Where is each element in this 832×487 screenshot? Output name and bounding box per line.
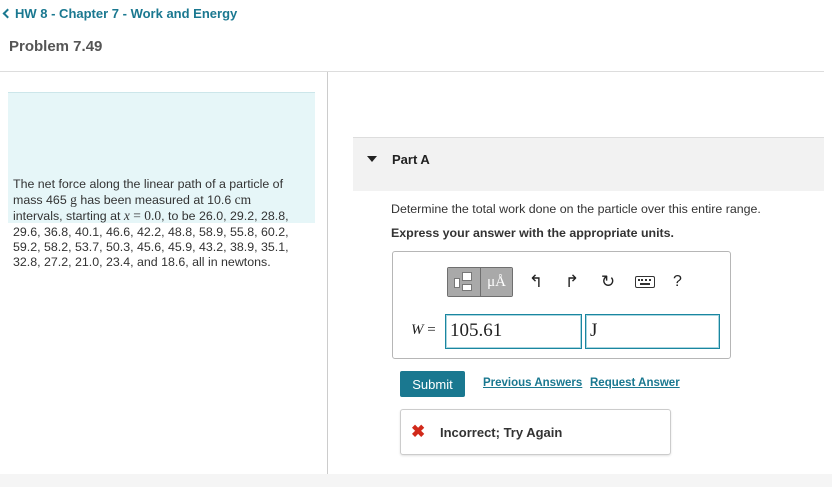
answer-variable-label: W = xyxy=(411,322,436,339)
breadcrumb-back-link[interactable]: HW 8 - Chapter 7 - Work and Energy xyxy=(2,6,238,21)
question-text: Determine the total work done on the par… xyxy=(391,202,761,216)
units-button[interactable]: μÅ xyxy=(480,268,512,296)
answer-value-input[interactable]: 105.61 xyxy=(445,314,582,349)
request-answer-link[interactable]: Request Answer xyxy=(590,377,680,389)
variable-w: W xyxy=(411,322,424,338)
templates-button[interactable] xyxy=(448,268,480,296)
problem-text-2: has been measured at 10.6 xyxy=(76,193,235,208)
reset-icon[interactable]: ↻ xyxy=(595,268,621,296)
caret-down-icon[interactable] xyxy=(367,156,377,162)
problem-statement: The net force along the linear path of a… xyxy=(13,177,303,270)
templates-icon xyxy=(453,272,475,292)
problem-title: Problem 7.49 xyxy=(9,38,103,55)
start-equation: = 0.0 xyxy=(129,208,162,224)
problem-text-3: intervals, starting at xyxy=(13,209,124,224)
math-toolbar: μÅ ↰ ↱ ↻ ? xyxy=(447,267,682,297)
keyboard-icon[interactable] xyxy=(635,276,655,288)
unit-cm: cm xyxy=(234,192,252,208)
answer-unit-input[interactable]: J xyxy=(585,314,720,349)
help-icon[interactable]: ? xyxy=(673,273,682,291)
instruction-text: Express your answer with the appropriate… xyxy=(391,226,674,240)
part-label[interactable]: Part A xyxy=(392,152,430,167)
unit-grams: g xyxy=(70,192,77,208)
incorrect-x-icon: ✖ xyxy=(411,422,426,441)
previous-answers-link[interactable]: Previous Answers xyxy=(483,377,582,389)
column-divider xyxy=(327,72,328,474)
submit-button[interactable]: Submit xyxy=(400,371,465,397)
units-icon: μÅ xyxy=(487,273,506,290)
chevron-left-icon xyxy=(2,8,13,19)
toolbar-button-group: μÅ xyxy=(447,267,513,297)
feedback-text: Incorrect; Try Again xyxy=(440,425,563,440)
redo-icon[interactable]: ↱ xyxy=(559,268,585,296)
equals-sign: = xyxy=(423,322,436,338)
undo-icon[interactable]: ↰ xyxy=(523,268,549,296)
breadcrumb-label: HW 8 - Chapter 7 - Work and Energy xyxy=(15,6,238,21)
